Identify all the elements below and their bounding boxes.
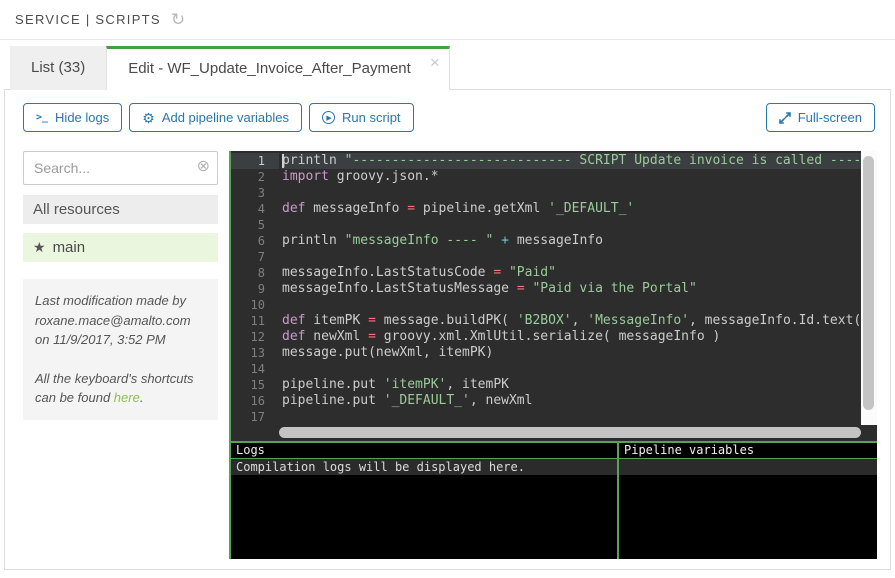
code-line[interactable] <box>282 217 861 233</box>
code-line[interactable]: pipeline.put '_DEFAULT_', newXml <box>282 393 861 409</box>
line-number: 4 <box>231 201 279 217</box>
code-line[interactable] <box>282 361 861 377</box>
code-line[interactable]: def itemPK = message.buildPK( 'B2BOX', '… <box>282 313 861 329</box>
line-number: 2 <box>231 169 279 185</box>
horizontal-scrollbar[interactable] <box>229 425 877 441</box>
line-number: 10 <box>231 297 279 313</box>
code-line[interactable]: println "messageInfo ---- " + messageInf… <box>282 233 861 249</box>
line-number: 17 <box>231 409 279 425</box>
line-number: 15 <box>231 377 279 393</box>
code-line[interactable]: pipeline.put 'itemPK', itemPK <box>282 377 861 393</box>
code-line[interactable]: messageInfo.LastStatusCode = "Paid" <box>282 265 861 281</box>
sidebar-item-main[interactable]: ★ main <box>23 233 218 262</box>
expand-arrows-icon <box>779 112 791 124</box>
fullscreen-button[interactable]: Full-screen <box>766 103 875 132</box>
line-number: 6 <box>231 233 279 249</box>
gears-icon: ⚙ <box>142 111 155 125</box>
shortcuts-link[interactable]: here <box>114 390 140 405</box>
refresh-icon[interactable]: ↻ <box>171 11 185 28</box>
pipeline-variables-empty-row <box>619 459 877 475</box>
code-editor[interactable]: 1234567891011121314151617 println "-----… <box>229 151 877 425</box>
line-number: 3 <box>231 185 279 201</box>
code-line[interactable]: import groovy.json.* <box>282 169 861 185</box>
line-number-gutter: 1234567891011121314151617 <box>231 151 279 425</box>
tab-edit-script[interactable]: Edit - WF_Update_Invoice_After_Payment × <box>106 46 450 90</box>
line-number: 5 <box>231 217 279 233</box>
main-content: ⊗ All resources ★ main Last modification… <box>5 151 890 559</box>
star-icon: ★ <box>33 239 46 256</box>
pipeline-variables-header: Pipeline variables <box>619 443 877 459</box>
code-line[interactable]: messageInfo.LastStatusMessage = "Paid vi… <box>282 281 861 297</box>
text-cursor <box>282 154 284 168</box>
toolbar: >_ Hide logs ⚙ Add pipeline variables ▶ … <box>5 90 890 132</box>
bottom-panels: Logs Compilation logs will be displayed … <box>229 441 877 559</box>
line-number: 11 <box>231 313 279 329</box>
code-area[interactable]: println "---------------------------- SC… <box>279 151 861 425</box>
code-line[interactable] <box>282 297 861 313</box>
add-pipeline-variables-button[interactable]: ⚙ Add pipeline variables <box>129 103 302 132</box>
resources-sidebar: ⊗ All resources ★ main Last modification… <box>23 151 218 559</box>
code-line[interactable]: message.put(newXml, itemPK) <box>282 345 861 361</box>
pipeline-variables-panel: Pipeline variables <box>619 443 877 559</box>
line-number: 8 <box>231 265 279 281</box>
tab-list[interactable]: List (33) <box>10 46 106 90</box>
line-number: 13 <box>231 345 279 361</box>
line-number: 9 <box>231 281 279 297</box>
tab-bar: List (33) Edit - WF_Update_Invoice_After… <box>0 46 895 90</box>
play-circle-icon: ▶ <box>322 111 335 124</box>
vertical-scrollbar-thumb[interactable] <box>863 156 874 410</box>
sidebar-note: Last modification made by roxane.mace@am… <box>23 279 218 420</box>
code-line[interactable] <box>282 409 861 425</box>
line-number: 14 <box>231 361 279 377</box>
run-script-button[interactable]: ▶ Run script <box>309 103 414 132</box>
clear-search-icon[interactable]: ⊗ <box>197 159 210 175</box>
code-line[interactable]: def messageInfo = pipeline.getXml '_DEFA… <box>282 201 861 217</box>
code-line[interactable]: def newXml = groovy.xml.XmlUtil.serializ… <box>282 329 861 345</box>
horizontal-scrollbar-thumb[interactable] <box>279 427 861 438</box>
sidebar-item-all-resources[interactable]: All resources <box>23 195 218 224</box>
vertical-scrollbar[interactable] <box>861 151 877 425</box>
code-line[interactable] <box>282 185 861 201</box>
script-editor-panel: >_ Hide logs ⚙ Add pipeline variables ▶ … <box>4 89 891 570</box>
hide-logs-button[interactable]: >_ Hide logs <box>23 103 122 132</box>
tab-edit-label: Edit - WF_Update_Invoice_After_Payment <box>128 60 411 77</box>
terminal-icon: >_ <box>36 112 48 123</box>
close-tab-icon[interactable]: × <box>430 54 440 71</box>
shortcuts-text: All the keyboard's shortcuts can be foun… <box>35 369 206 408</box>
line-number: 12 <box>231 329 279 345</box>
logs-message: Compilation logs will be displayed here. <box>231 459 617 475</box>
search-input[interactable] <box>23 151 218 185</box>
editor-column: 1234567891011121314151617 println "-----… <box>229 151 877 559</box>
code-line[interactable] <box>282 249 861 265</box>
code-line[interactable]: println "---------------------------- SC… <box>282 153 861 169</box>
breadcrumb: SERVICE | SCRIPTS <box>15 12 161 27</box>
line-number: 7 <box>231 249 279 265</box>
last-modification-text: Last modification made by roxane.mace@am… <box>35 291 206 350</box>
logs-panel: Logs Compilation logs will be displayed … <box>231 443 617 559</box>
logs-header: Logs <box>231 443 617 459</box>
line-number: 1 <box>231 153 279 169</box>
line-number: 16 <box>231 393 279 409</box>
topbar: SERVICE | SCRIPTS ↻ <box>0 0 895 40</box>
